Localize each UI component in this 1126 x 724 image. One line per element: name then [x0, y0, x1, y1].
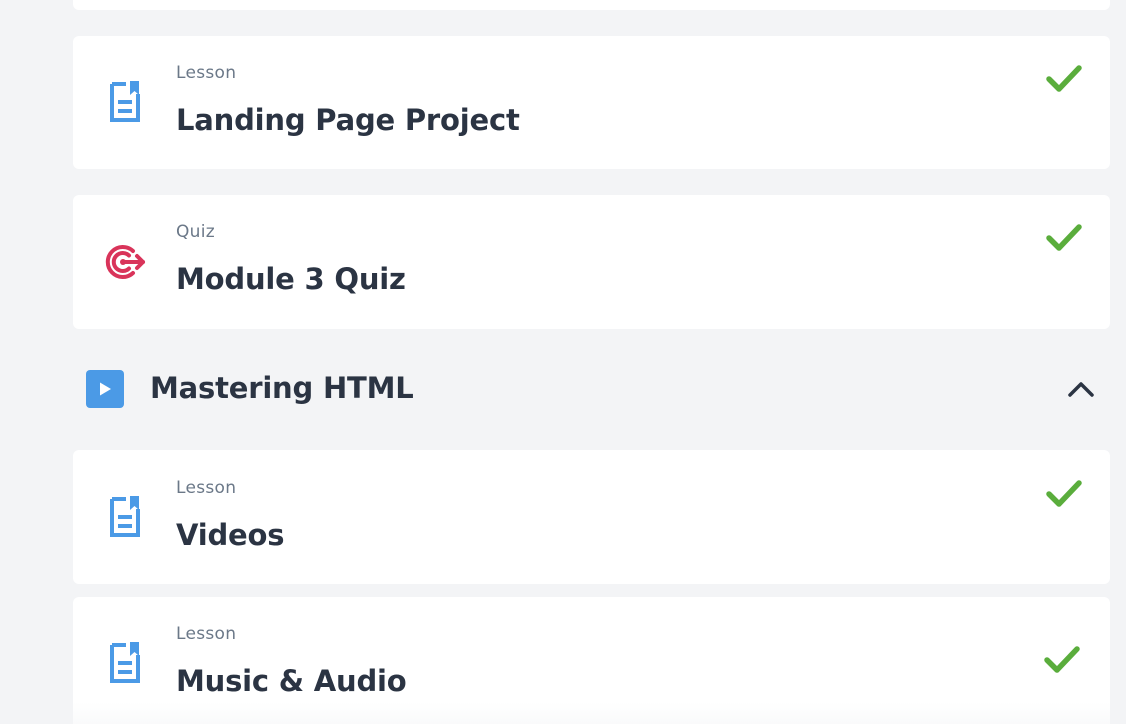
lesson-document-icon	[102, 494, 148, 540]
item-title: Module 3 Quiz	[176, 262, 406, 296]
item-type-label: Quiz	[176, 222, 216, 242]
section-header-mastering-html[interactable]: Mastering HTML	[73, 350, 1110, 430]
item-title: Videos	[176, 518, 285, 552]
list-item-music-audio[interactable]: Lesson Music & Audio	[73, 597, 1110, 724]
previous-item-card[interactable]	[73, 0, 1110, 10]
course-outline: Lesson Landing Page Project Quiz Module …	[0, 0, 1126, 724]
check-icon	[1043, 645, 1081, 675]
play-icon	[86, 370, 124, 408]
section-title: Mastering HTML	[150, 371, 414, 405]
item-type-label: Lesson	[176, 63, 237, 83]
list-item-videos[interactable]: Lesson Videos	[73, 450, 1110, 584]
check-icon	[1045, 223, 1083, 253]
lesson-document-icon	[102, 640, 148, 686]
quiz-target-icon	[102, 239, 148, 285]
item-type-label: Lesson	[176, 478, 237, 498]
item-type-label: Lesson	[176, 624, 237, 644]
check-icon	[1045, 64, 1083, 94]
list-item-landing-page-project[interactable]: Lesson Landing Page Project	[73, 36, 1110, 169]
check-icon	[1045, 479, 1083, 509]
lesson-document-icon	[102, 79, 148, 125]
item-title: Landing Page Project	[176, 103, 520, 137]
item-title: Music & Audio	[176, 664, 407, 698]
list-item-module-3-quiz[interactable]: Quiz Module 3 Quiz	[73, 195, 1110, 329]
chevron-up-icon[interactable]	[1066, 374, 1096, 404]
